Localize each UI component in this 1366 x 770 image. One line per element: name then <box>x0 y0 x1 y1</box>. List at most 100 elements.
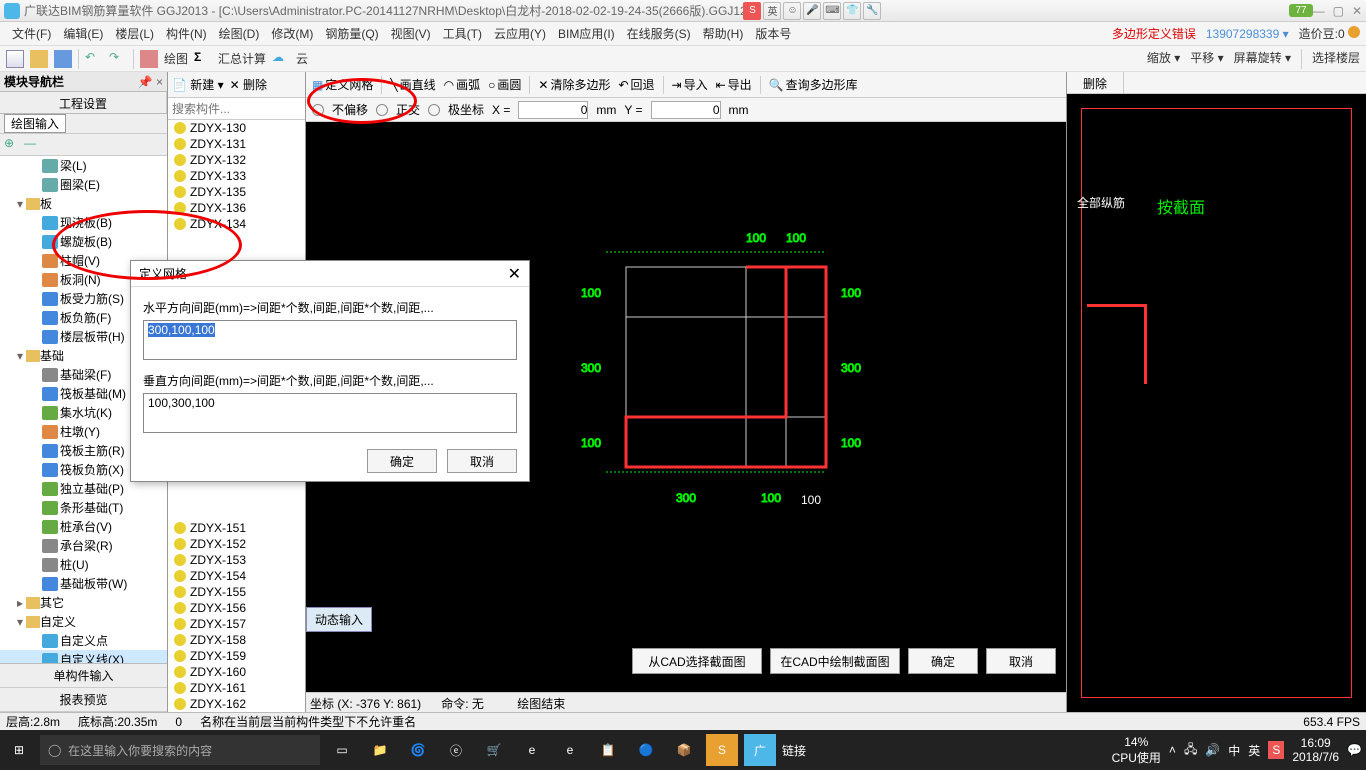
menu-view[interactable]: 视图(V) <box>385 25 437 42</box>
close-button[interactable]: ✕ <box>1352 4 1362 18</box>
right-tab-delete[interactable]: 删除 <box>1067 72 1124 93</box>
tab-draw-input[interactable]: 绘图输入 <box>4 114 66 133</box>
list-item[interactable]: ZDYX-155 <box>168 584 305 600</box>
ok-button[interactable]: 确定 <box>908 648 978 674</box>
list-item[interactable]: ZDYX-131 <box>168 136 305 152</box>
task-icon[interactable]: 🔵 <box>630 734 662 766</box>
tree-item[interactable]: ▾自定义 <box>0 612 167 631</box>
cloud-label[interactable]: 云 <box>296 50 308 67</box>
list-item[interactable]: ZDYX-158 <box>168 632 305 648</box>
menu-online[interactable]: 在线服务(S) <box>621 25 697 42</box>
ime-icon[interactable]: 👕 <box>843 2 861 20</box>
tree-item[interactable]: 自定义点 <box>0 631 167 650</box>
tree-item[interactable]: 梁(L) <box>0 156 167 175</box>
clock-time[interactable]: 16:09 <box>1292 736 1339 750</box>
ime-lang[interactable]: 英 <box>763 2 781 20</box>
no-offset-radio[interactable] <box>312 104 324 116</box>
menu-modify[interactable]: 修改(M) <box>265 25 319 42</box>
task-icon[interactable]: 🛒 <box>478 734 510 766</box>
task-icon[interactable]: 📋 <box>592 734 624 766</box>
task-icon[interactable]: 🌀 <box>402 734 434 766</box>
draw-line-button[interactable]: ╲ 画直线 <box>390 76 435 93</box>
export-button[interactable]: ⇤ 导出 <box>716 76 752 93</box>
tree-item[interactable]: 桩(U) <box>0 555 167 574</box>
task-view-icon[interactable]: ▭ <box>326 734 358 766</box>
list-item[interactable]: ZDYX-133 <box>168 168 305 184</box>
tree-item[interactable]: ▾板 <box>0 194 167 213</box>
section-canvas[interactable]: 全部纵筋 按截面 <box>1067 94 1366 712</box>
save-icon[interactable] <box>54 50 72 68</box>
back-button[interactable]: ↶ 回退 <box>618 76 654 93</box>
list-item[interactable]: ZDYX-135 <box>168 184 305 200</box>
tab-report[interactable]: 报表预览 <box>0 688 167 712</box>
minimize-button[interactable]: — <box>1313 4 1325 18</box>
cancel-button[interactable]: 取消 <box>986 648 1056 674</box>
ime-s-icon[interactable]: S <box>743 2 761 20</box>
pan-menu[interactable]: 平移 ▾ <box>1190 49 1223 69</box>
draw-label[interactable]: 绘图 <box>164 50 188 67</box>
list-item[interactable]: ZDYX-160 <box>168 664 305 680</box>
search-input[interactable] <box>168 98 305 119</box>
tray-lang-icon[interactable]: 英 <box>1248 742 1260 759</box>
tree-item[interactable]: 现浇板(B) <box>0 213 167 232</box>
define-grid-button[interactable]: ▦ 定义网格 <box>312 76 373 93</box>
new-icon[interactable] <box>6 50 24 68</box>
menu-bim[interactable]: BIM应用(I) <box>552 25 621 42</box>
list-item[interactable]: ZDYX-130 <box>168 120 305 136</box>
list-item[interactable]: ZDYX-132 <box>168 152 305 168</box>
task-icon[interactable]: ⓔ <box>440 734 472 766</box>
cad-select-button[interactable]: 从CAD选择截面图 <box>632 648 762 674</box>
list-item[interactable]: ZDYX-153 <box>168 552 305 568</box>
notification-icon[interactable]: 💬 <box>1347 743 1362 757</box>
polar-radio[interactable] <box>428 104 440 116</box>
list-item[interactable]: ZDYX-152 <box>168 536 305 552</box>
start-button[interactable]: ⊞ <box>4 735 34 765</box>
h-spacing-input[interactable]: 300,100,100 <box>143 320 517 360</box>
maximize-button[interactable]: ▢ <box>1333 4 1344 18</box>
list-item[interactable]: ZDYX-151 <box>168 520 305 536</box>
tray-net-icon[interactable]: 🖧 <box>1184 740 1197 761</box>
redo-icon[interactable] <box>109 50 127 68</box>
tray-ime-icon[interactable]: 中 <box>1228 742 1240 759</box>
pin-icon[interactable]: 📌 × <box>138 75 163 89</box>
phone-number[interactable]: 13907298339 ▾ <box>1206 27 1289 41</box>
menu-floor[interactable]: 楼层(L) <box>109 25 160 42</box>
tray-vol-icon[interactable]: 🔊 <box>1205 743 1220 757</box>
dialog-cancel-button[interactable]: 取消 <box>447 449 517 473</box>
tree-item[interactable]: ▸其它 <box>0 593 167 612</box>
cad-draw-button[interactable]: 在CAD中绘制截面图 <box>770 648 900 674</box>
task-icon[interactable]: e <box>554 734 586 766</box>
list-item[interactable]: ZDYX-154 <box>168 568 305 584</box>
list-item[interactable]: ZDYX-162 <box>168 696 305 712</box>
clear-button[interactable]: ✕ 清除多边形 <box>538 76 610 93</box>
list-item[interactable]: ZDYX-159 <box>168 648 305 664</box>
menu-rebar[interactable]: 钢筋量(Q) <box>319 25 384 42</box>
sum-icon[interactable] <box>194 50 212 68</box>
tree-item[interactable]: 承台梁(R) <box>0 536 167 555</box>
list-item[interactable]: ZDYX-134 <box>168 216 305 232</box>
tree-item[interactable]: 基础板带(W) <box>0 574 167 593</box>
draw-arc-button[interactable]: ◠ 画弧 <box>444 76 481 93</box>
draw-icon[interactable] <box>140 50 158 68</box>
list-item[interactable]: ZDYX-157 <box>168 616 305 632</box>
dialog-close-button[interactable]: ✕ <box>508 264 521 284</box>
ortho-radio[interactable] <box>376 104 388 116</box>
cloud-icon[interactable]: ☁ <box>272 50 290 68</box>
list-item[interactable]: ZDYX-161 <box>168 680 305 696</box>
v-spacing-input[interactable]: 100,300,100 <box>143 393 517 433</box>
dialog-ok-button[interactable]: 确定 <box>367 449 437 473</box>
menu-cloud[interactable]: 云应用(Y) <box>488 25 552 42</box>
delete-button[interactable]: ✕ 删除 <box>230 76 267 93</box>
task-icon[interactable]: 📁 <box>364 734 396 766</box>
x-input[interactable] <box>518 101 588 119</box>
taskbar-search[interactable]: ◯ 在这里输入你要搜索的内容 <box>40 735 320 765</box>
task-icon[interactable]: 📦 <box>668 734 700 766</box>
tree-ico1[interactable]: ⊕ <box>4 136 20 150</box>
ime-icon[interactable]: ⌨ <box>823 2 841 20</box>
floor-select[interactable]: 选择楼层 <box>1312 49 1360 69</box>
task-icon[interactable]: S <box>706 734 738 766</box>
tree-item[interactable]: 圈梁(E) <box>0 175 167 194</box>
tree-item[interactable]: 桩承台(V) <box>0 517 167 536</box>
menu-tool[interactable]: 工具(T) <box>437 25 488 42</box>
open-icon[interactable] <box>30 50 48 68</box>
